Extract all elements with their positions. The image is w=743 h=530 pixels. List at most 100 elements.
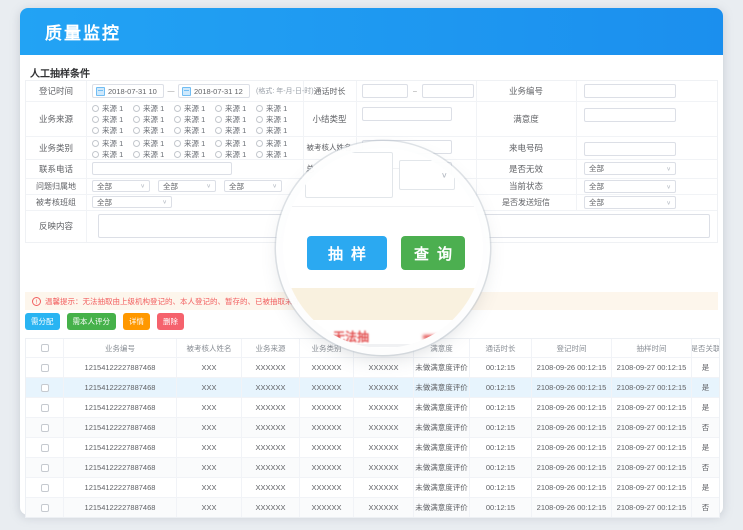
radio-option[interactable]: 来源 1 <box>133 138 174 149</box>
radio-option[interactable]: 来源 1 <box>92 125 133 136</box>
current-status-select[interactable]: 全部∨ <box>584 180 676 193</box>
table-cell: XXX <box>176 378 241 397</box>
radio-icon <box>174 116 181 123</box>
radio-option-label: 来源 1 <box>102 149 123 160</box>
satisfaction-input[interactable] <box>584 108 676 122</box>
warning-icon: ! <box>32 297 41 306</box>
row-checkbox[interactable] <box>41 364 49 372</box>
table-cell: 2108-09-27 00:12:15 <box>611 378 691 397</box>
assessed-team-select[interactable]: 全部∨ <box>92 196 172 208</box>
radio-option[interactable]: 来源 1 <box>92 103 133 114</box>
radio-option[interactable]: 来源 1 <box>133 103 174 114</box>
radio-option[interactable]: 来源 1 <box>174 149 215 160</box>
detail-button[interactable]: 详情 <box>123 313 150 330</box>
caller-no-input[interactable] <box>584 142 676 156</box>
radio-option[interactable]: 来源 1 <box>256 138 297 149</box>
radio-option[interactable]: 来源 1 <box>215 149 256 160</box>
call-duration-to-input[interactable] <box>422 84 474 98</box>
table-row[interactable]: 12154122227887468XXXXXXXXXXXXXXXXXXXXX未做… <box>26 417 719 437</box>
table-row[interactable]: 12154122227887468XXXXXXXXXXXXXXXXXXXXX未做… <box>26 457 719 477</box>
column-header: 通话时长 <box>469 339 531 357</box>
table-cell: XXX <box>176 358 241 377</box>
table-cell: XXX <box>176 398 241 417</box>
reassign-button[interactable]: 需分配 <box>25 313 60 330</box>
business-no-input[interactable] <box>584 84 676 98</box>
business-source-label: 业务来源 <box>26 101 86 136</box>
row-checkbox[interactable] <box>41 484 49 492</box>
is-invalid-select[interactable]: 全部∨ <box>584 162 676 175</box>
table-row[interactable]: 12154122227887468XXXXXXXXXXXXXXXXXXXXX未做… <box>26 477 719 497</box>
contact-phone-input[interactable] <box>92 162 232 175</box>
radio-option[interactable]: 来源 1 <box>174 138 215 149</box>
radio-option[interactable]: 来源 1 <box>174 114 215 125</box>
delete-button[interactable]: 删除 <box>157 313 184 330</box>
table-cell: 未做满意度评价 <box>413 498 469 517</box>
row-checkbox[interactable] <box>41 424 49 432</box>
select-all-checkbox[interactable] <box>41 344 49 352</box>
radio-option[interactable]: 来源 1 <box>133 125 174 136</box>
radio-option[interactable]: 来源 1 <box>92 114 133 125</box>
header-checkbox-cell <box>26 339 63 357</box>
radio-option[interactable]: 来源 1 <box>133 149 174 160</box>
radio-icon <box>256 127 263 134</box>
radio-option[interactable]: 来源 1 <box>92 138 133 149</box>
issue-region-value-1: 全部 <box>97 181 112 192</box>
radio-icon <box>92 127 99 134</box>
column-header: 业务来源 <box>241 339 299 357</box>
radio-option[interactable]: 来源 1 <box>215 138 256 149</box>
radio-icon <box>133 116 140 123</box>
column-header: 被考核人姓名 <box>176 339 241 357</box>
table-cell: 否 <box>691 418 719 437</box>
issue-region-select-2[interactable]: 全部∨ <box>158 180 216 192</box>
row-checkbox[interactable] <box>41 404 49 412</box>
duration-separator: – <box>410 84 420 98</box>
table-row[interactable]: 12154122227887468XXXXXXXXXXXXXXXXXXXXX未做… <box>26 397 719 417</box>
magnified-input <box>305 152 393 198</box>
calendar-icon <box>96 87 105 96</box>
radio-icon <box>92 116 99 123</box>
row-checkbox[interactable] <box>41 504 49 512</box>
issue-region-select-3[interactable]: 全部∨ <box>224 180 282 192</box>
issue-region-select-1[interactable]: 全部∨ <box>92 180 150 192</box>
radio-option[interactable]: 来源 1 <box>256 149 297 160</box>
table-row[interactable]: 12154122227887468XXXXXXXXXXXXXXXXXXXXX未做… <box>26 357 719 377</box>
radio-option[interactable]: 来源 1 <box>215 125 256 136</box>
radio-option[interactable]: 来源 1 <box>174 125 215 136</box>
radio-option[interactable]: 来源 1 <box>215 103 256 114</box>
table-cell: 00:12:15 <box>469 478 531 497</box>
table-cell: 2108-09-27 00:12:15 <box>611 498 691 517</box>
table-cell: 00:12:15 <box>469 418 531 437</box>
table-row[interactable]: 12154122227887468XXXXXXXXXXXXXXXXXXXXX未做… <box>26 377 719 397</box>
send-sms-select[interactable]: 全部∨ <box>584 196 676 209</box>
table-cell: XXXXXX <box>241 378 299 397</box>
call-duration-from-input[interactable] <box>362 84 408 98</box>
self-score-button[interactable]: 需本人评分 <box>67 313 117 330</box>
radio-option[interactable]: 来源 1 <box>174 103 215 114</box>
radio-option[interactable]: 来源 1 <box>92 149 133 160</box>
register-time-from-input[interactable]: 2018-07-31 10 <box>92 84 164 98</box>
radio-option-label: 来源 1 <box>225 125 246 136</box>
issue-region-value-3: 全部 <box>229 181 244 192</box>
summary-type-input[interactable] <box>362 107 452 121</box>
radio-option[interactable]: 来源 1 <box>215 114 256 125</box>
radio-option[interactable]: 来源 1 <box>256 125 297 136</box>
query-button[interactable]: 查询 <box>401 236 465 270</box>
row-checkbox[interactable] <box>41 384 49 392</box>
sample-button[interactable]: 抽样 <box>307 236 387 270</box>
table-cell: 否 <box>691 458 719 477</box>
register-time-to-input[interactable]: 2018-07-31 12 <box>178 84 250 98</box>
row-checkbox-cell <box>26 398 63 417</box>
radio-option[interactable]: 来源 1 <box>256 103 297 114</box>
current-status-value: 全部 <box>589 181 604 192</box>
table-row[interactable]: 12154122227887468XXXXXXXXXXXXXXXXXXXXX未做… <box>26 437 719 457</box>
row-checkbox[interactable] <box>41 444 49 452</box>
radio-option[interactable]: 来源 1 <box>256 114 297 125</box>
radio-option-label: 来源 1 <box>102 125 123 136</box>
radio-option-label: 来源 1 <box>266 114 287 125</box>
radio-option-label: 来源 1 <box>143 149 164 160</box>
titlebar: 质量监控 <box>20 8 723 55</box>
radio-option[interactable]: 来源 1 <box>133 114 174 125</box>
row-checkbox[interactable] <box>41 464 49 472</box>
table-row[interactable]: 12154122227887468XXXXXXXXXXXXXXXXXXXXX未做… <box>26 497 719 517</box>
calendar-icon <box>182 87 191 96</box>
